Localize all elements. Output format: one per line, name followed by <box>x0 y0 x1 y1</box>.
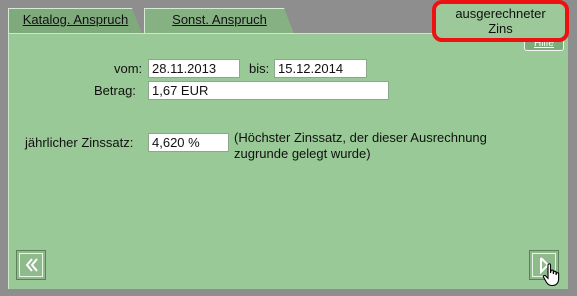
amount-label: Betrag: <box>94 83 136 98</box>
rate-note: (Höchster Zinssatz, der dieser Ausrechnu… <box>234 130 487 161</box>
tab-sonst-anspruch[interactable]: Sonst. Anspruch <box>144 8 294 34</box>
tab-label: Katalog. Anspruch <box>22 12 129 27</box>
app-window: Katalog. Anspruch Sonst. Anspruch Hilfe … <box>0 0 577 296</box>
rate-label: jährlicher Zinssatz: <box>25 135 134 150</box>
tab-katalog-anspruch[interactable]: Katalog. Anspruch <box>8 8 142 34</box>
from-label: vom: <box>114 61 143 76</box>
tab-label-line1: ausgerechneter <box>455 6 546 21</box>
double-chevron-left-icon <box>25 258 38 272</box>
tab-label-line2: Zins <box>488 21 513 36</box>
hand-cursor-icon <box>542 263 560 287</box>
to-date-field[interactable]: 15.12.2014 <box>274 59 367 78</box>
tab-ausgerechneter-zins[interactable]: ausgerechneter Zins <box>432 0 569 42</box>
from-date-field[interactable]: 28.11.2013 <box>148 59 240 78</box>
rate-field[interactable]: 4,620 % <box>148 133 229 152</box>
tab-label: Sonst. Anspruch <box>172 12 267 27</box>
back-button[interactable] <box>16 250 46 280</box>
to-label: bis: <box>249 61 270 76</box>
main-panel: Hilfe vom: 28.11.2013 bis: 15.12.2014 Be… <box>8 33 568 289</box>
amount-field[interactable]: 1,67 EUR <box>148 81 389 100</box>
